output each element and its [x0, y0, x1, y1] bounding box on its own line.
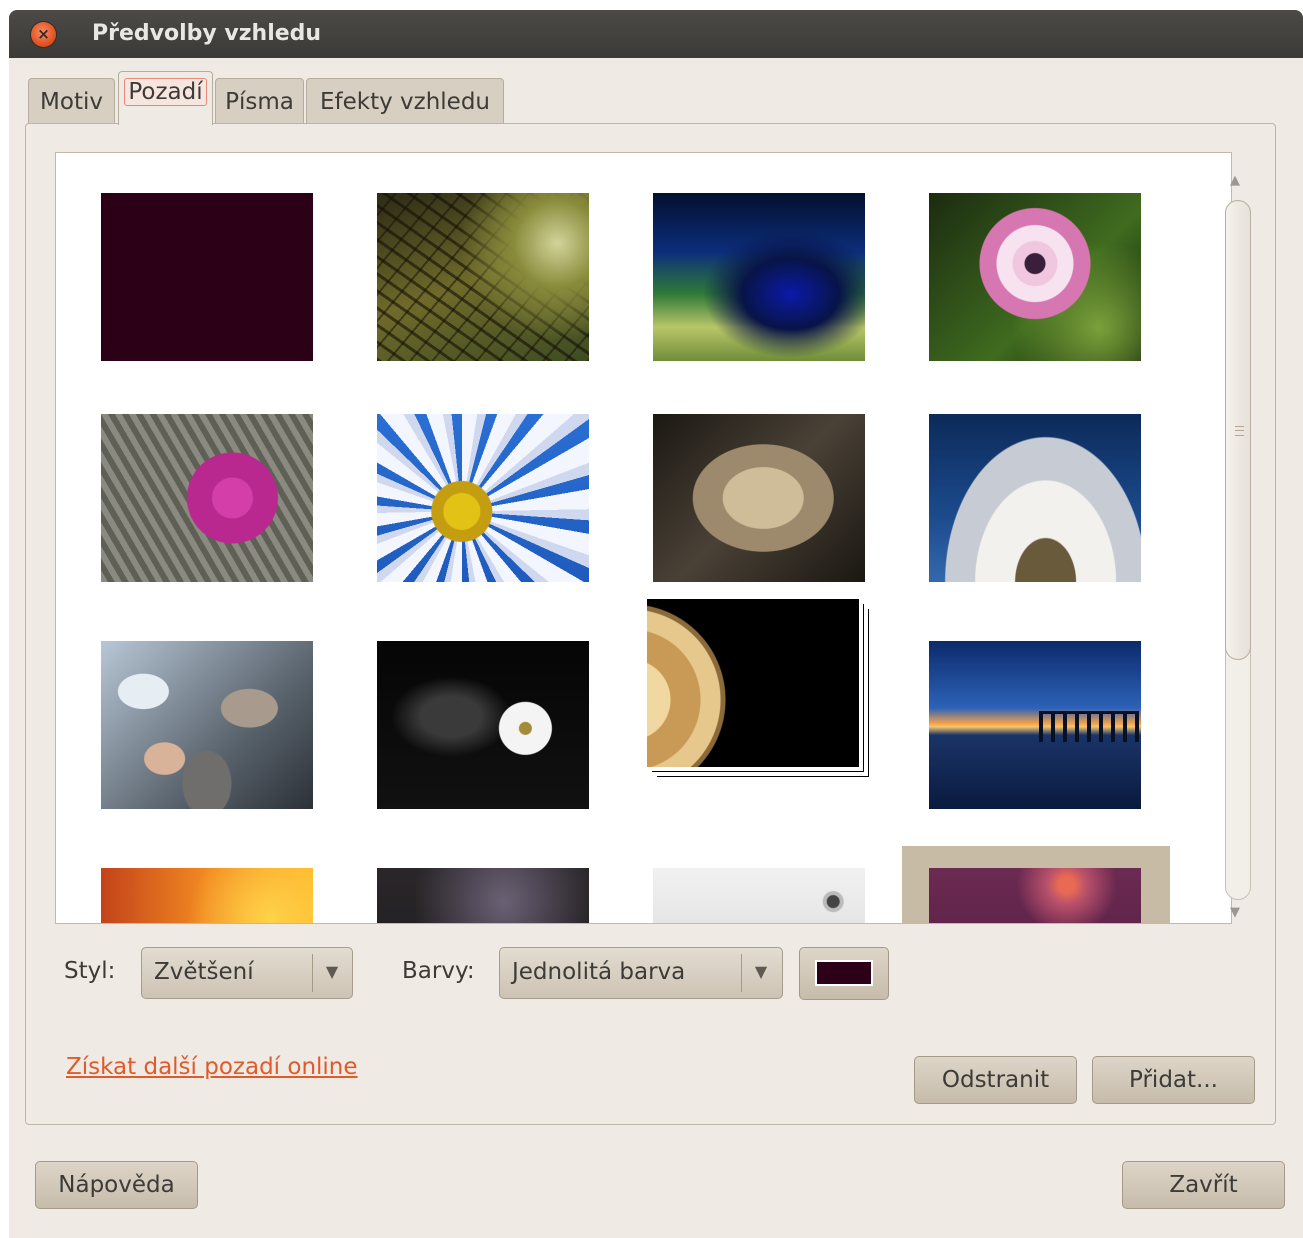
color-swatch — [815, 960, 873, 986]
scroll-thumb[interactable] — [1225, 200, 1251, 660]
wallpaper-item[interactable] — [56, 374, 324, 594]
close-icon: × — [37, 25, 50, 43]
wallpaper-item[interactable] — [608, 153, 876, 373]
chevron-down-icon: ▼ — [754, 962, 768, 981]
wallpaper-thumbnail — [101, 641, 313, 809]
wallpaper-thumbnail — [101, 414, 313, 582]
wallpaper-item[interactable] — [884, 153, 1152, 373]
wallpaper-item[interactable] — [608, 374, 876, 594]
wallpaper-thumbnail — [653, 868, 865, 923]
wallpaper-gallery[interactable] — [55, 152, 1232, 924]
color-picker-button[interactable] — [799, 947, 889, 1000]
wallpaper-item[interactable] — [884, 601, 1152, 821]
wallpaper-item[interactable] — [608, 599, 876, 821]
wallpaper-thumbnail — [929, 868, 1141, 923]
tab-motiv[interactable]: Motiv — [28, 78, 115, 124]
close-window-button[interactable]: × — [31, 22, 56, 47]
gallery-scrollbar[interactable]: ▲ ▼ — [1222, 163, 1252, 923]
wallpaper-item[interactable] — [332, 601, 600, 821]
get-more-backgrounds-link[interactable]: Získat další pozadí online — [66, 1054, 358, 1080]
tab-label: Efekty vzhledu — [319, 89, 491, 115]
wallpaper-thumbnail — [653, 193, 865, 361]
wallpaper-thumbnail — [377, 868, 589, 923]
wallpaper-item[interactable] — [332, 828, 600, 923]
wallpaper-thumbnail — [653, 414, 865, 582]
wallpaper-thumbnail — [377, 641, 589, 809]
wallpaper-item[interactable] — [332, 153, 600, 373]
style-label: Styl: — [64, 958, 116, 984]
wallpaper-thumbnail — [377, 193, 589, 361]
wallpaper-item[interactable] — [56, 153, 324, 373]
wallpaper-item[interactable] — [332, 374, 600, 594]
style-combobox[interactable]: Zvětšení ▼ — [141, 947, 353, 999]
wallpaper-thumbnail — [929, 193, 1141, 361]
wallpaper-item-selected[interactable] — [902, 846, 1170, 923]
tab-label: Písma — [225, 89, 294, 115]
wallpaper-thumbnail — [101, 193, 313, 361]
tab-label: Pozadí — [124, 78, 207, 106]
titlebar: × Předvolby vzhledu — [9, 10, 1303, 58]
tab-label: Motiv — [40, 89, 103, 115]
chevron-down-icon: ▼ — [325, 962, 339, 981]
wallpaper-thumbnail — [929, 641, 1141, 809]
window-title: Předvolby vzhledu — [92, 21, 322, 46]
tab-pozadi[interactable]: Pozadí — [118, 71, 213, 125]
tab-efekty-vzhledu[interactable]: Efekty vzhledu — [306, 78, 504, 124]
add-button[interactable]: Přidat... — [1092, 1056, 1255, 1104]
close-button[interactable]: Zavřít — [1122, 1161, 1285, 1209]
wallpaper-item[interactable] — [56, 601, 324, 821]
wallpaper-item[interactable] — [884, 374, 1152, 594]
help-button[interactable]: Nápověda — [35, 1161, 198, 1209]
wallpaper-thumbnail — [929, 414, 1141, 582]
tab-pisma[interactable]: Písma — [215, 78, 304, 124]
scroll-down-icon[interactable]: ▼ — [1230, 905, 1240, 920]
colors-label: Barvy: — [402, 958, 475, 984]
colors-value: Jednolitá barva — [512, 959, 686, 985]
scroll-up-icon[interactable]: ▲ — [1230, 173, 1240, 188]
wallpaper-item[interactable] — [56, 828, 324, 923]
wallpaper-thumbnail — [377, 414, 589, 582]
wallpaper-thumbnail — [101, 868, 313, 923]
wallpaper-thumbnail — [647, 599, 859, 767]
style-value: Zvětšení — [154, 959, 254, 985]
remove-button[interactable]: Odstranit — [914, 1056, 1077, 1104]
pier-shape — [1039, 711, 1139, 742]
wallpaper-item[interactable] — [608, 828, 876, 923]
colors-combobox[interactable]: Jednolitá barva ▼ — [499, 947, 783, 999]
grip-icon — [1235, 426, 1244, 436]
